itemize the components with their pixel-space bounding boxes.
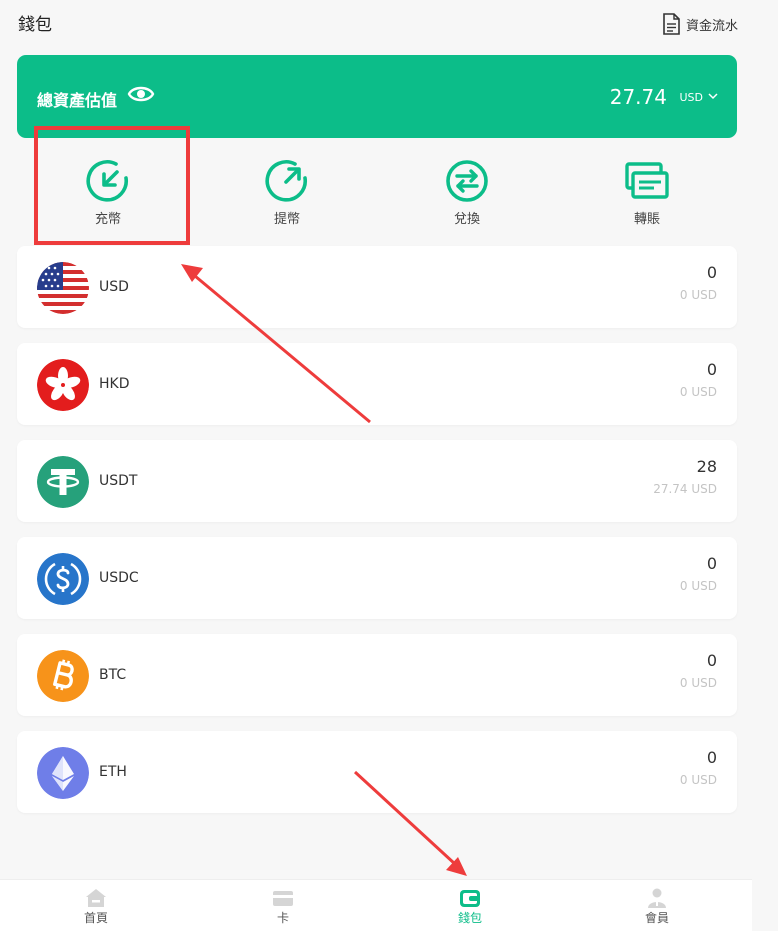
coin-usd-value: 27.74 USD [653, 482, 717, 496]
tether-icon [37, 456, 89, 508]
deposit-icon [86, 160, 128, 202]
coin-row-hkd[interactable]: HKD 0 0 USD [17, 343, 737, 425]
coin-usd-value: 0 USD [679, 579, 717, 593]
header: 錢包 資金流水 [0, 0, 778, 46]
tab-member-label: 會員 [644, 911, 669, 925]
fund-flow-link[interactable]: 資金流水 [662, 13, 738, 35]
total-asset-label: 總資產估值 [37, 91, 118, 110]
fund-flow-label: 資金流水 [685, 18, 738, 34]
coin-row-eth[interactable]: ETH 0 0 USD [17, 731, 737, 813]
tab-wallet-label: 錢包 [457, 911, 482, 925]
chevron-down-icon[interactable] [707, 91, 719, 101]
coin-amount: 0 [706, 651, 717, 670]
coin-amount: 28 [696, 457, 717, 476]
total-asset-amount: 27.74 [609, 85, 667, 109]
tab-home[interactable]: 首頁 [41, 880, 151, 931]
transfer-icon [625, 162, 669, 199]
deposit-label: 充幣 [94, 212, 121, 227]
coin-amount: 0 [706, 263, 717, 282]
withdraw-icon [265, 160, 307, 202]
withdraw-button[interactable]: 提幣 [242, 150, 332, 230]
currency-selector[interactable]: USD [679, 91, 703, 104]
coin-name: HKD [99, 376, 130, 392]
coin-amount: 0 [706, 554, 717, 573]
coin-usd-value: 0 USD [679, 773, 717, 787]
bottom-tab-bar: 首頁 卡 錢包 會員 [0, 879, 752, 931]
coin-amount: 0 [706, 360, 717, 379]
coin-name: USDC [99, 570, 139, 586]
transfer-button[interactable]: 轉賬 [602, 150, 692, 230]
hk-flag-icon [37, 359, 89, 411]
coin-usd-value: 0 USD [679, 288, 717, 302]
wallet-icon [460, 890, 480, 907]
tab-home-label: 首頁 [83, 911, 108, 925]
exchange-button[interactable]: 兌換 [422, 150, 512, 230]
tab-member[interactable]: 會員 [602, 880, 712, 931]
ethereum-icon [37, 747, 89, 799]
exchange-icon [446, 160, 488, 202]
coin-name: BTC [99, 667, 127, 683]
annotation-arrowhead-down [446, 857, 467, 876]
home-icon [86, 889, 106, 907]
document-icon [663, 13, 680, 35]
user-icon [648, 888, 666, 908]
usdc-icon [37, 553, 89, 605]
coin-name: ETH [99, 764, 127, 780]
coin-name: USD [99, 279, 129, 295]
coin-usd-value: 0 USD [679, 676, 717, 690]
coin-row-btc[interactable]: BTC 0 0 USD [17, 634, 737, 716]
tab-card[interactable]: 卡 [228, 880, 338, 931]
exchange-label: 兌換 [453, 212, 480, 227]
eye-icon[interactable] [127, 83, 155, 105]
transfer-label: 轉賬 [633, 212, 660, 227]
tab-card-label: 卡 [276, 911, 289, 925]
coin-usd-value: 0 USD [679, 385, 717, 399]
card-icon [273, 891, 293, 906]
bitcoin-icon [37, 650, 89, 702]
page-title: 錢包 [18, 15, 52, 35]
tab-wallet[interactable]: 錢包 [415, 880, 525, 931]
us-flag-icon [37, 262, 89, 314]
coin-amount: 0 [706, 748, 717, 767]
coin-row-usd[interactable]: USD 0 0 USD [17, 246, 737, 328]
coin-name: USDT [99, 473, 138, 489]
action-bar: 充幣 提幣 兌換 轉賬 [17, 150, 737, 235]
deposit-button[interactable]: 充幣 [63, 150, 153, 230]
total-asset-card: 總資產估值 27.74 USD [17, 55, 737, 138]
coin-row-usdc[interactable]: USDC 0 0 USD [17, 537, 737, 619]
withdraw-label: 提幣 [273, 212, 300, 227]
coin-row-usdt[interactable]: USDT 28 27.74 USD [17, 440, 737, 522]
